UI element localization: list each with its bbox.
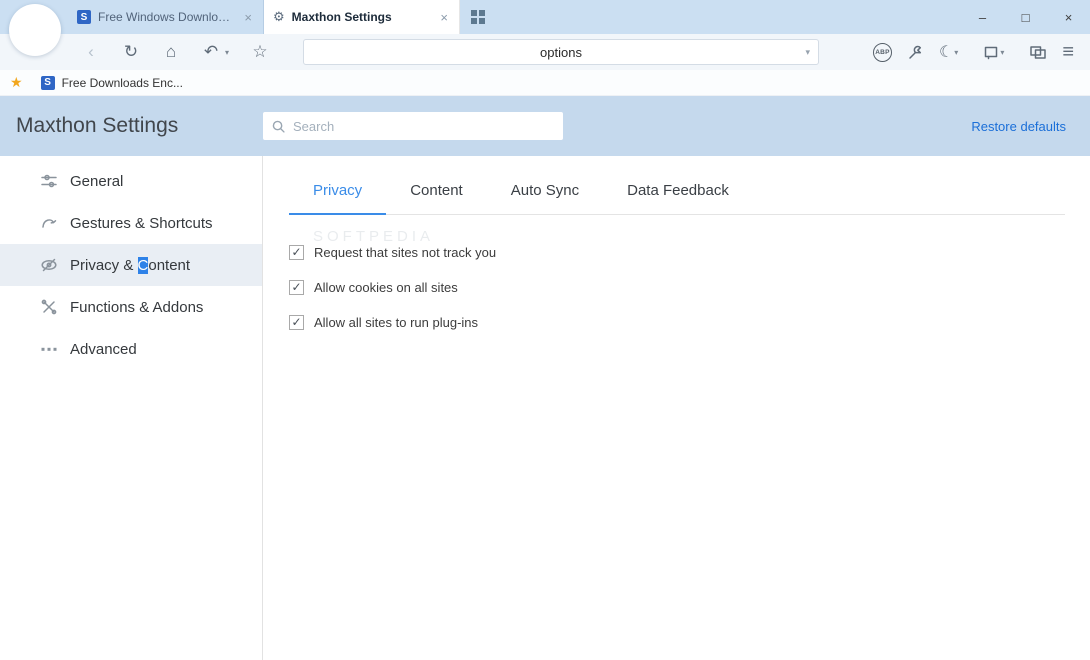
option-allow-plugins: ✓ Allow all sites to run plug-ins [289,311,1065,333]
adblock-icon[interactable]: ABP [872,42,892,62]
tab-auto-sync[interactable]: Auto Sync [487,168,603,214]
privacy-options: ✓ Request that sites not track you ✓ All… [289,241,1065,333]
snap-icon [985,46,998,60]
chevron-down-icon[interactable]: ▾ [1000,48,1004,57]
gear-icon: ⚙ [273,9,285,24]
tab-label: Maxthon Settings [291,10,392,24]
menu-icon[interactable]: ≡ [1062,41,1074,64]
sidebar-item-label: Advanced [70,340,137,358]
chevron-down-icon[interactable]: ▾ [954,48,958,57]
toolbar-right-icons: ABP ☾ ▾ ▾ ≡ [872,41,1090,64]
checkbox-checked[interactable]: ✓ [289,279,304,295]
sidebar-item-label: Functions & Addons [70,298,204,316]
search-input[interactable] [293,118,555,134]
bookmark-item[interactable]: S Free Downloads Enc... [35,75,189,90]
tab-close-icon[interactable]: × [438,10,450,25]
tab-close-icon[interactable]: × [242,10,254,25]
maximize-button[interactable]: □ [1004,0,1047,34]
sidebar-item-advanced[interactable]: Advanced [0,328,262,370]
restore-defaults-link[interactable]: Restore defaults [971,119,1066,134]
sidebar-item-functions-addons[interactable]: Functions & Addons [0,286,262,328]
tab-content[interactable]: Content [386,168,487,214]
chevron-down-icon[interactable]: ▾ [225,48,229,57]
option-label: Request that sites not track you [314,244,497,260]
grid-icon [471,10,485,24]
new-tab-grid-button[interactable] [460,0,496,34]
sliders-icon [41,174,57,188]
address-bar[interactable]: options ▾ [303,39,820,65]
sidebar-item-label: Privacy & Content [70,256,191,274]
developer-wrench-icon[interactable] [907,44,924,61]
tab-bar: S Free Windows Downloads × ⚙ Maxthon Set… [0,0,1090,56]
softpedia-favicon: S [77,10,91,24]
text-selection-highlight: C [137,256,149,274]
minimize-button[interactable]: – [961,0,1004,34]
snap-screenshot-button[interactable]: ▾ [983,44,1004,60]
sidebar-item-privacy-content[interactable]: Privacy & Content [0,244,262,286]
favorites-star-icon[interactable]: ★ [10,74,23,91]
reload-button[interactable]: ↻ [118,42,144,62]
undo-icon: ↶ [203,42,219,61]
user-avatar[interactable] [9,4,61,56]
tab-maxthon-settings[interactable]: ⚙ Maxthon Settings × [264,0,460,34]
undo-button[interactable]: ↶ ▾ [198,42,229,62]
moon-icon: ☾ [938,44,954,61]
content-tab-strip: Privacy Content Auto Sync Data Feedback [289,168,1065,215]
bookmarks-bar: ★ S Free Downloads Enc... [0,70,1090,96]
eye-slash-icon [41,258,57,272]
address-dropdown-icon[interactable]: ▾ [805,47,810,58]
checkbox-checked[interactable]: ✓ [289,314,304,330]
night-mode-button[interactable]: ☾ ▾ [939,42,958,62]
softpedia-favicon: S [40,75,55,90]
sidebar-item-gestures-shortcuts[interactable]: Gestures & Shortcuts [0,202,262,244]
checkbox-checked[interactable]: ✓ [289,244,304,260]
search-icon [272,120,285,133]
label-prefix: Privacy & [70,256,138,274]
tab-label: Free Windows Downloads [98,10,236,24]
tab-free-windows-downloads[interactable]: S Free Windows Downloads × [68,0,264,34]
window-controls: – □ × [961,0,1090,34]
close-button[interactable]: × [1047,0,1090,34]
favorite-star-button[interactable]: ☆ [247,42,273,62]
address-text: options [540,44,582,60]
toolbar: ‹ ↻ ⌂ ↶ ▾ ☆ options ▾ ABP ☾ ▾ ▾ ≡ [0,34,1090,70]
sidebar-item-label: General [70,172,124,190]
back-button[interactable]: ‹ [78,42,104,62]
option-allow-cookies: ✓ Allow cookies on all sites [289,276,1065,298]
gesture-icon [42,219,57,228]
label-suffix: ontent [148,256,191,274]
settings-sidebar: General Gestures & Shortcuts Privacy & C… [0,156,263,660]
split-screen-icon[interactable] [1029,44,1047,60]
tab-data-feedback[interactable]: Data Feedback [603,168,753,214]
bookmark-label: Free Downloads Enc... [61,75,183,90]
tab-privacy[interactable]: Privacy [289,168,387,215]
option-do-not-track: ✓ Request that sites not track you [289,241,1065,263]
option-label: Allow all sites to run plug-ins [314,314,479,330]
sidebar-item-general[interactable]: General [0,160,262,202]
settings-content: Privacy Content Auto Sync Data Feedback … [263,156,1090,660]
dots-icon [41,347,57,351]
tools-icon [41,299,57,315]
sidebar-item-label: Gestures & Shortcuts [70,214,213,232]
browser-window: S Free Windows Downloads × ⚙ Maxthon Set… [0,0,1090,660]
home-button[interactable]: ⌂ [158,42,184,62]
settings-main: General Gestures & Shortcuts Privacy & C… [0,156,1090,660]
option-label: Allow cookies on all sites [314,279,458,295]
settings-header: Maxthon Settings Restore defaults [0,96,1090,156]
settings-search-box[interactable] [263,112,563,140]
page-title: Maxthon Settings [16,114,179,137]
